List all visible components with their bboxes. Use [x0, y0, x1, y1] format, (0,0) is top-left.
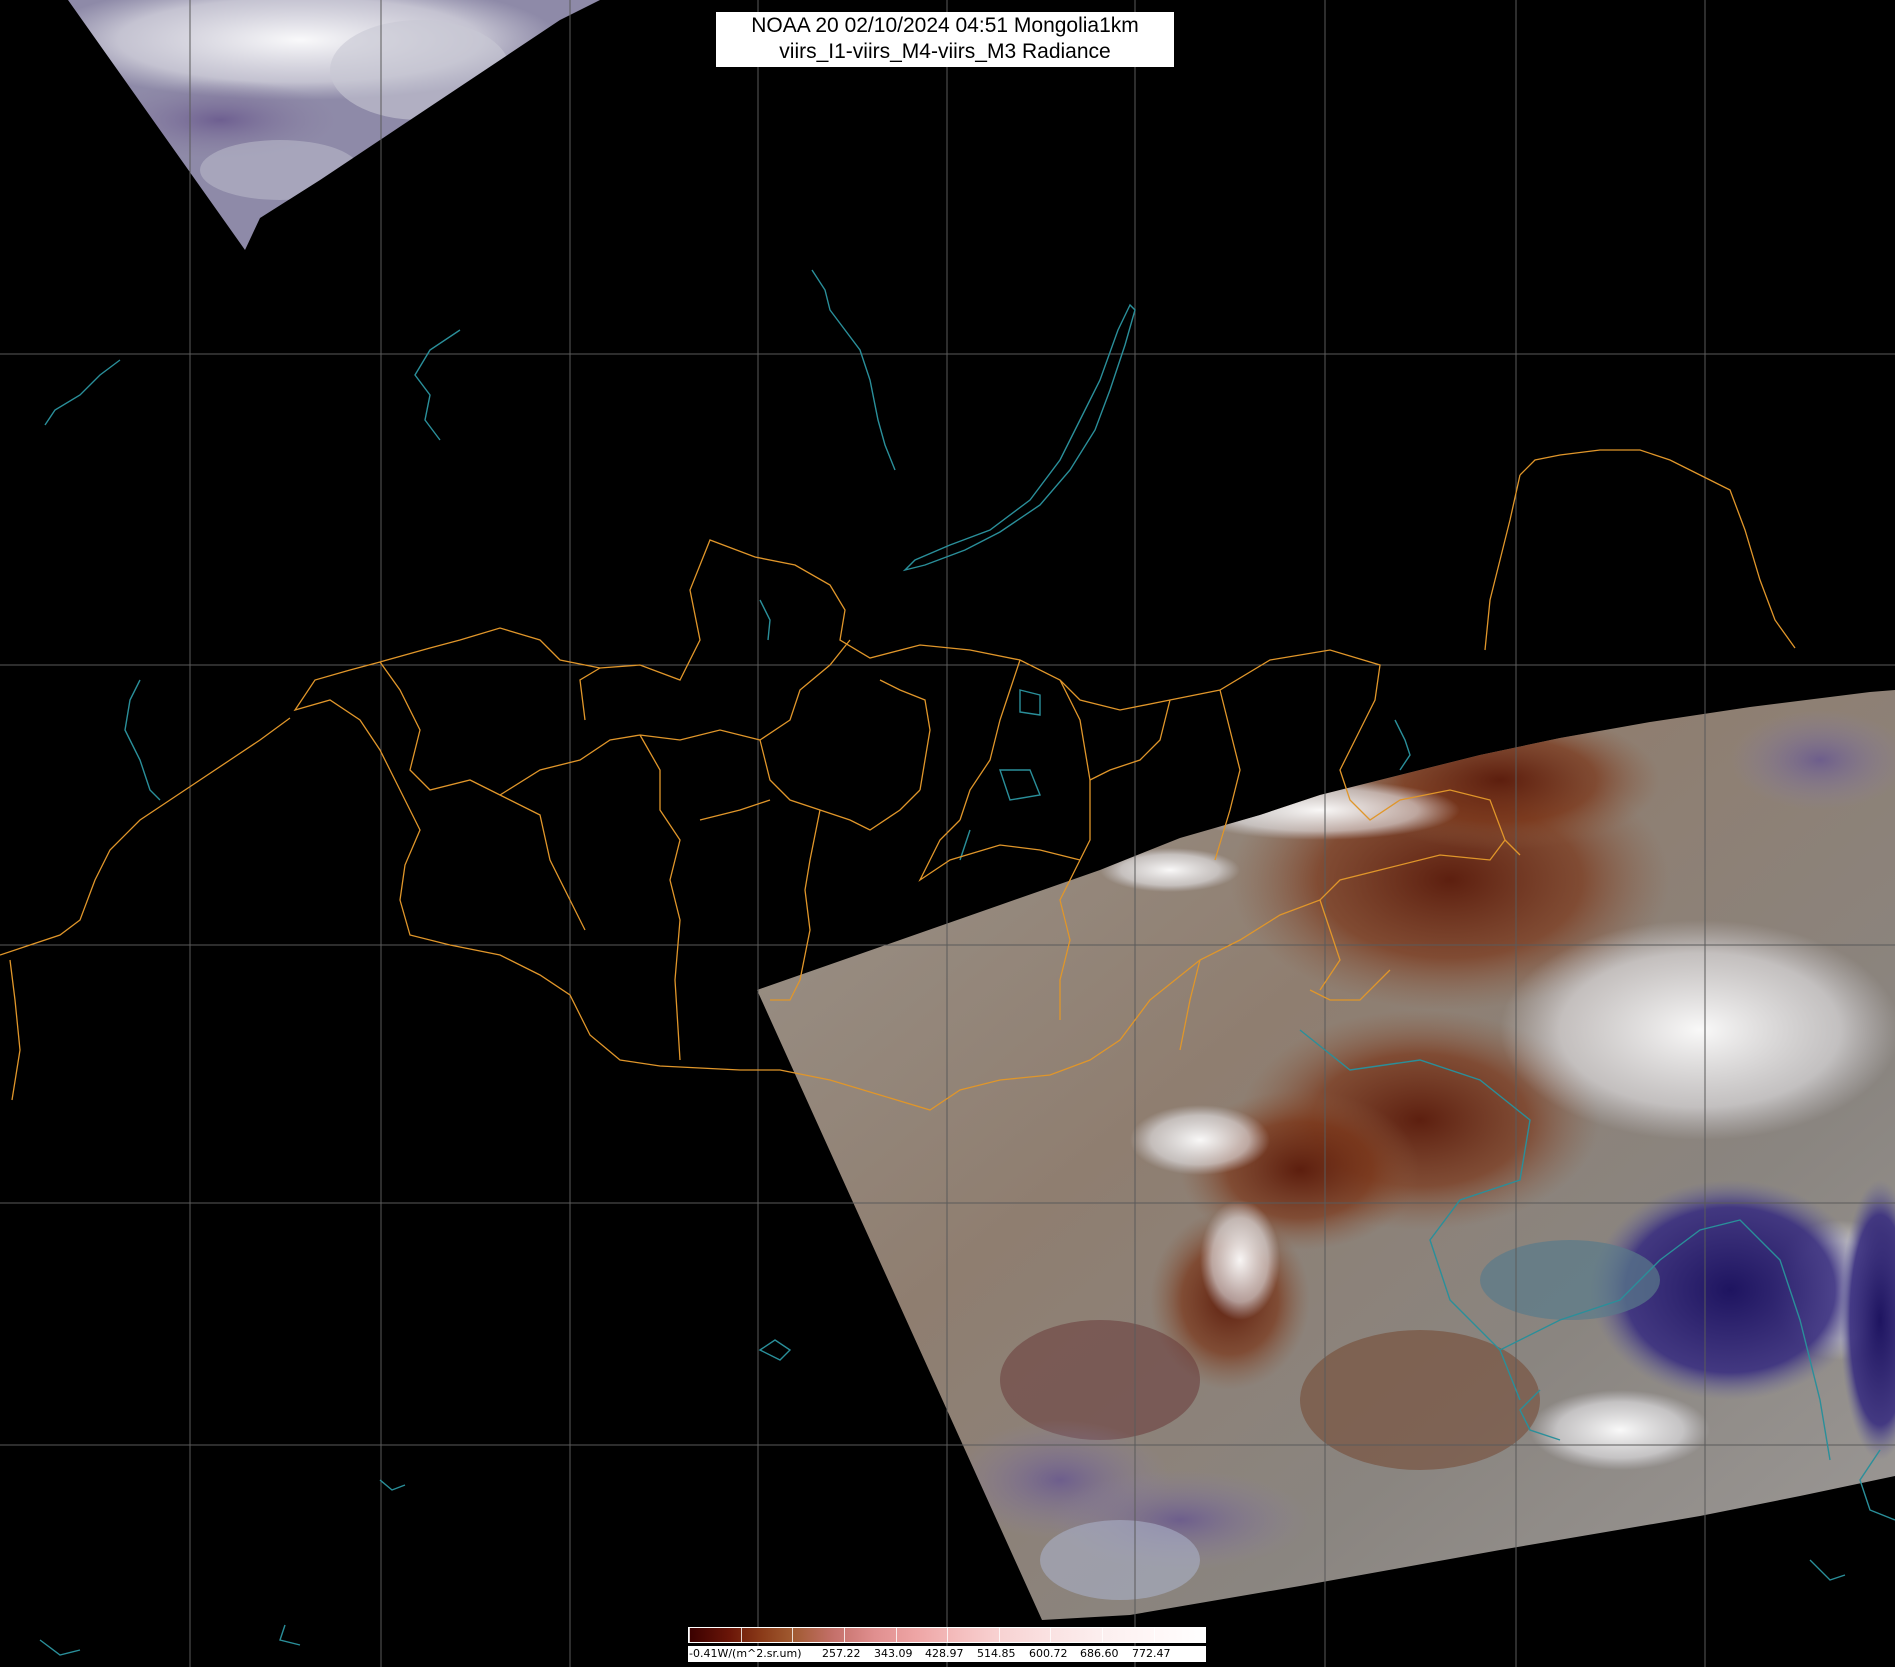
- colorbar-tick-label: 514.85: [977, 1647, 1016, 1660]
- colorbar-tick-label: 686.60: [1080, 1647, 1119, 1660]
- colorbar: -0.41W/(m^2.sr.um) 257.22 343.09 428.97 …: [688, 1627, 1206, 1667]
- colorbar-gradient: [688, 1627, 1206, 1643]
- colorbar-labels: -0.41W/(m^2.sr.um) 257.22 343.09 428.97 …: [688, 1646, 1206, 1662]
- colorbar-tick-label: 772.47: [1132, 1647, 1171, 1660]
- title-line-2: viirs_I1-viirs_M4-viirs_M3 Radiance: [779, 40, 1111, 63]
- colorbar-unit-label: -0.41W/(m^2.sr.um): [689, 1647, 802, 1660]
- title-line-1: NOAA 20 02/10/2024 04:51 Mongolia1km: [751, 14, 1139, 37]
- lake-baikal: [902, 303, 1136, 572]
- swath-fragment-top: [68, 0, 600, 250]
- colorbar-tick-label: 257.22: [822, 1647, 861, 1660]
- swath-main: [757, 690, 1895, 1620]
- satellite-map: [0, 0, 1895, 1667]
- colorbar-tick-label: 343.09: [874, 1647, 913, 1660]
- colorbar-tick-label: 600.72: [1029, 1647, 1068, 1660]
- colorbar-tick-label: 428.97: [925, 1647, 964, 1660]
- image-title: NOAA 20 02/10/2024 04:51 Mongolia1km vii…: [716, 12, 1174, 67]
